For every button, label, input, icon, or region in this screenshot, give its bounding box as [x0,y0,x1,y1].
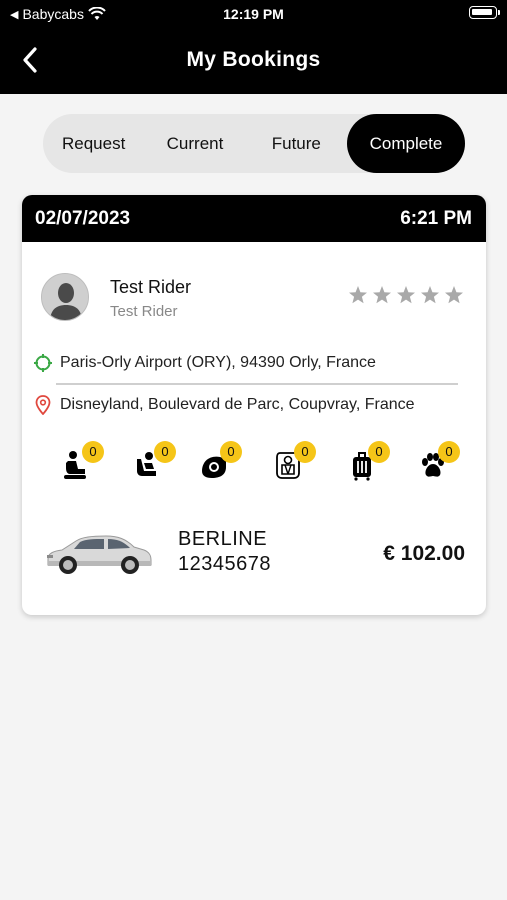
luggage-amenity: 0 [346,441,390,481]
count-badge: 0 [294,441,316,463]
booking-card[interactable]: 02/07/2023 6:21 PM Test Rider Test Rider [22,195,486,615]
booking-price: € 102.00 [383,542,465,565]
user-silhouette-icon [42,274,88,320]
rating-stars [348,285,464,305]
booking-tabs: Request Current Future Complete [43,114,465,173]
tab-future[interactable]: Future [246,114,347,173]
pickup-address-row: Paris-Orly Airport (ORY), 94390 Orly, Fr… [32,352,376,374]
vehicle-type: BERLINE [178,528,268,550]
avatar [41,273,89,321]
status-right [469,6,500,22]
pet-amenity: 0 [416,441,460,481]
booster-seat-amenity: 0 [60,441,104,481]
rider-name: Test Rider [110,277,192,297]
booking-card-header: 02/07/2023 6:21 PM [22,195,486,242]
booking-date: 02/07/2023 [35,207,131,229]
rider-subtitle: Test Rider [110,303,178,320]
battery-icon [469,6,500,19]
infant-carrier-amenity: 0 [132,441,176,481]
count-badge: 0 [438,441,460,463]
star-icon [373,286,391,304]
count-badge: 0 [82,441,104,463]
count-badge: 0 [220,441,242,463]
address-divider [56,383,458,385]
status-bar: ◀ Babycabs 12:19 PM [0,0,507,28]
tab-complete[interactable]: Complete [346,114,465,173]
amenities-row: 0 0 0 0 0 0 [22,441,486,491]
tab-current[interactable]: Current [144,114,245,173]
dropoff-address-row: Disneyland, Boulevard de Parc, Coupvray,… [32,394,415,416]
vehicle-number: 12345678 [178,553,271,575]
star-icon [349,286,367,304]
vehicle-row: BERLINE 12345678 € 102.00 [22,515,486,585]
rider-row: Test Rider Test Rider [22,273,486,325]
map-pin-icon [32,394,54,416]
page-title: My Bookings [186,48,321,71]
dropoff-address: Disneyland, Boulevard de Parc, Coupvray,… [60,396,415,413]
car-seat-amenity: 0 [272,441,316,481]
tab-request[interactable]: Request [43,114,144,173]
car-image [47,535,152,574]
navigation-bar: My Bookings [0,28,507,94]
star-icon [421,286,439,304]
star-icon [397,286,415,304]
count-badge: 0 [154,441,176,463]
baby-capsule-amenity: 0 [198,441,242,481]
pickup-address: Paris-Orly Airport (ORY), 94390 Orly, Fr… [60,354,376,371]
count-badge: 0 [368,441,390,463]
booking-time: 6:21 PM [400,207,472,229]
status-time: 12:19 PM [223,6,284,22]
pickup-target-icon [32,352,54,374]
star-icon [445,286,463,304]
